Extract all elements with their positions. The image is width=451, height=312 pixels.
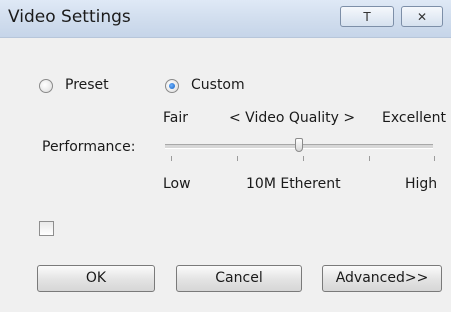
cancel-button[interactable]: Cancel <box>176 265 302 292</box>
preset-label: Preset <box>65 77 109 93</box>
bandwidth-label: 10M Etherent <box>246 176 341 192</box>
custom-label: Custom <box>191 77 245 93</box>
preset-radio[interactable] <box>39 79 53 93</box>
high-label: High <box>405 176 438 192</box>
ok-button[interactable]: OK <box>37 265 155 292</box>
slider-tick <box>369 156 370 161</box>
option-checkbox[interactable] <box>39 221 54 236</box>
window-title: Video Settings <box>8 7 131 27</box>
slider-tick <box>434 156 435 161</box>
performance-slider-thumb[interactable] <box>295 138 303 152</box>
quality-high-label: Excellent <box>382 110 446 126</box>
title-bar: Video Settings T ✕ <box>0 0 451 38</box>
slider-tick <box>237 156 238 161</box>
pin-button[interactable]: T <box>340 6 394 27</box>
low-label: Low <box>163 176 191 192</box>
video-quality-label: < Video Quality > <box>229 110 356 126</box>
custom-radio[interactable] <box>165 79 179 93</box>
performance-label: Performance: <box>42 139 136 155</box>
advanced-button[interactable]: Advanced>> <box>322 265 442 292</box>
slider-tick <box>171 156 172 161</box>
close-button[interactable]: ✕ <box>401 6 443 27</box>
slider-tick <box>303 156 304 161</box>
quality-low-label: Fair <box>163 110 188 126</box>
